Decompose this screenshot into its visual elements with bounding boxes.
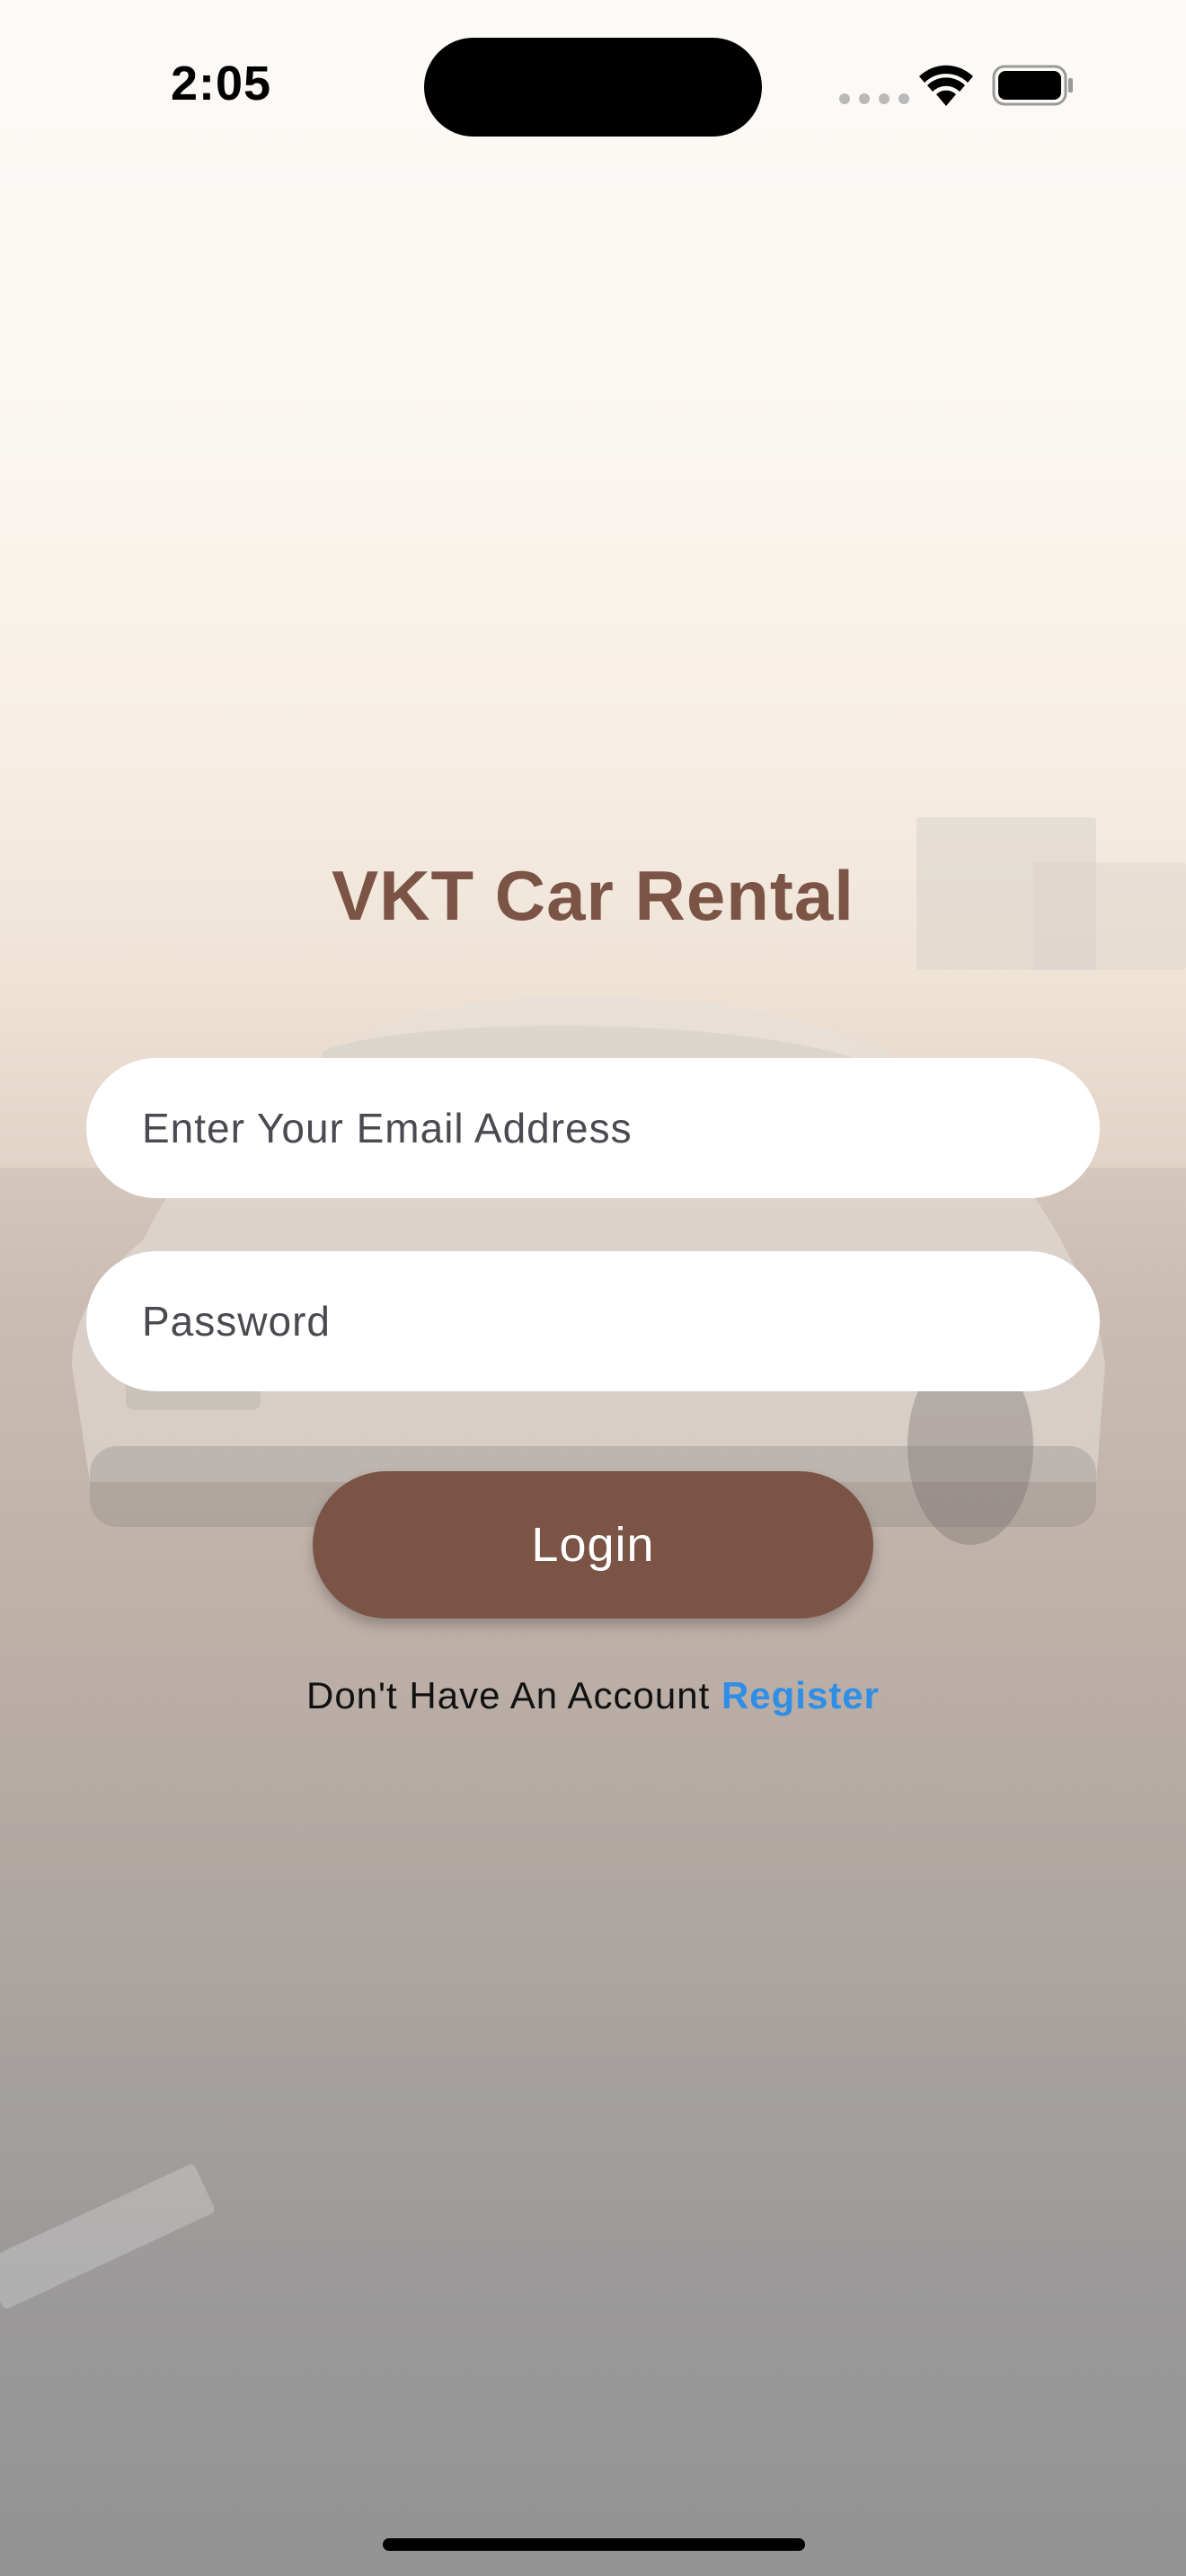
register-prompt-text: Don't Have An Account — [305, 1674, 711, 1716]
register-link[interactable]: Register — [721, 1674, 880, 1716]
battery-icon — [992, 65, 1073, 106]
login-screen: 2:05 VKT Car Rental Login Don't Have An … — [0, 0, 1186, 2576]
dynamic-island — [424, 38, 762, 137]
email-field[interactable] — [86, 1058, 1100, 1198]
register-prompt: Don't Have An Account Register — [0, 1674, 1186, 1717]
app-title: VKT Car Rental — [332, 856, 854, 935]
signal-icon — [839, 93, 909, 104]
login-button[interactable]: Login — [313, 1471, 873, 1619]
email-input[interactable] — [140, 1103, 1046, 1153]
wifi-icon — [919, 65, 973, 106]
status-time: 2:05 — [171, 57, 272, 110]
password-input[interactable] — [140, 1296, 1046, 1346]
home-indicator[interactable] — [383, 2538, 805, 2551]
password-field[interactable] — [86, 1251, 1100, 1391]
